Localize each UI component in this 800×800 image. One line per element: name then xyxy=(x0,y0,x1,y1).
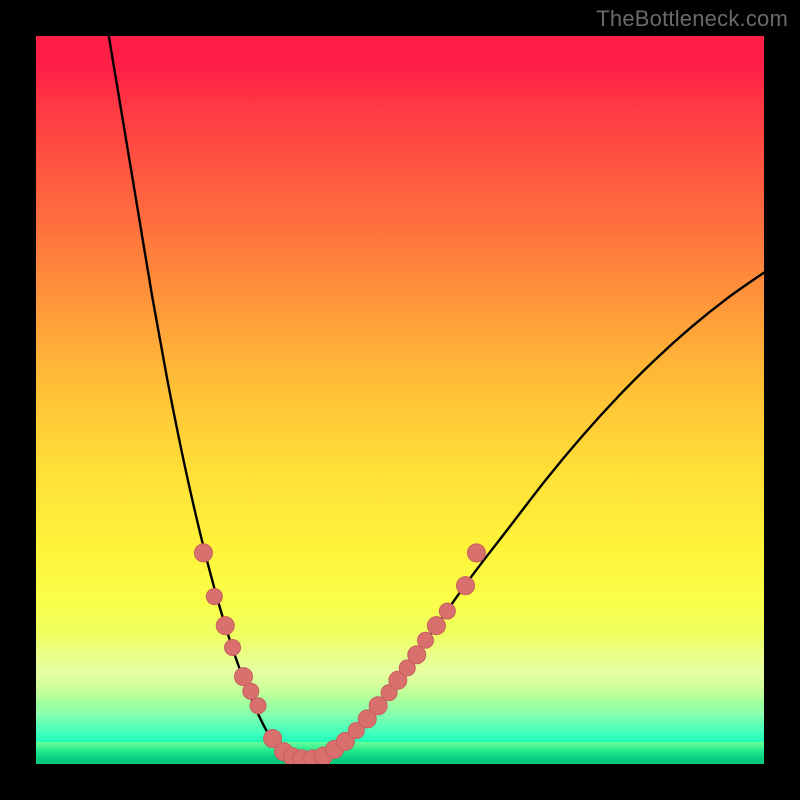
data-dot xyxy=(467,544,485,562)
data-dot xyxy=(427,617,445,635)
bottleneck-curve xyxy=(109,36,764,760)
data-dot xyxy=(216,617,234,635)
plot-area xyxy=(36,36,764,764)
data-dot xyxy=(457,577,475,595)
curve-layer xyxy=(36,36,764,764)
data-dot xyxy=(417,632,433,648)
data-dot xyxy=(206,589,222,605)
data-dots xyxy=(194,544,485,764)
data-dot xyxy=(250,698,266,714)
data-dot xyxy=(243,683,259,699)
chart-frame: TheBottleneck.com xyxy=(0,0,800,800)
data-dot xyxy=(225,640,241,656)
data-dot xyxy=(194,544,212,562)
data-dot xyxy=(408,646,426,664)
watermark-text: TheBottleneck.com xyxy=(596,6,788,32)
data-dot xyxy=(439,603,455,619)
